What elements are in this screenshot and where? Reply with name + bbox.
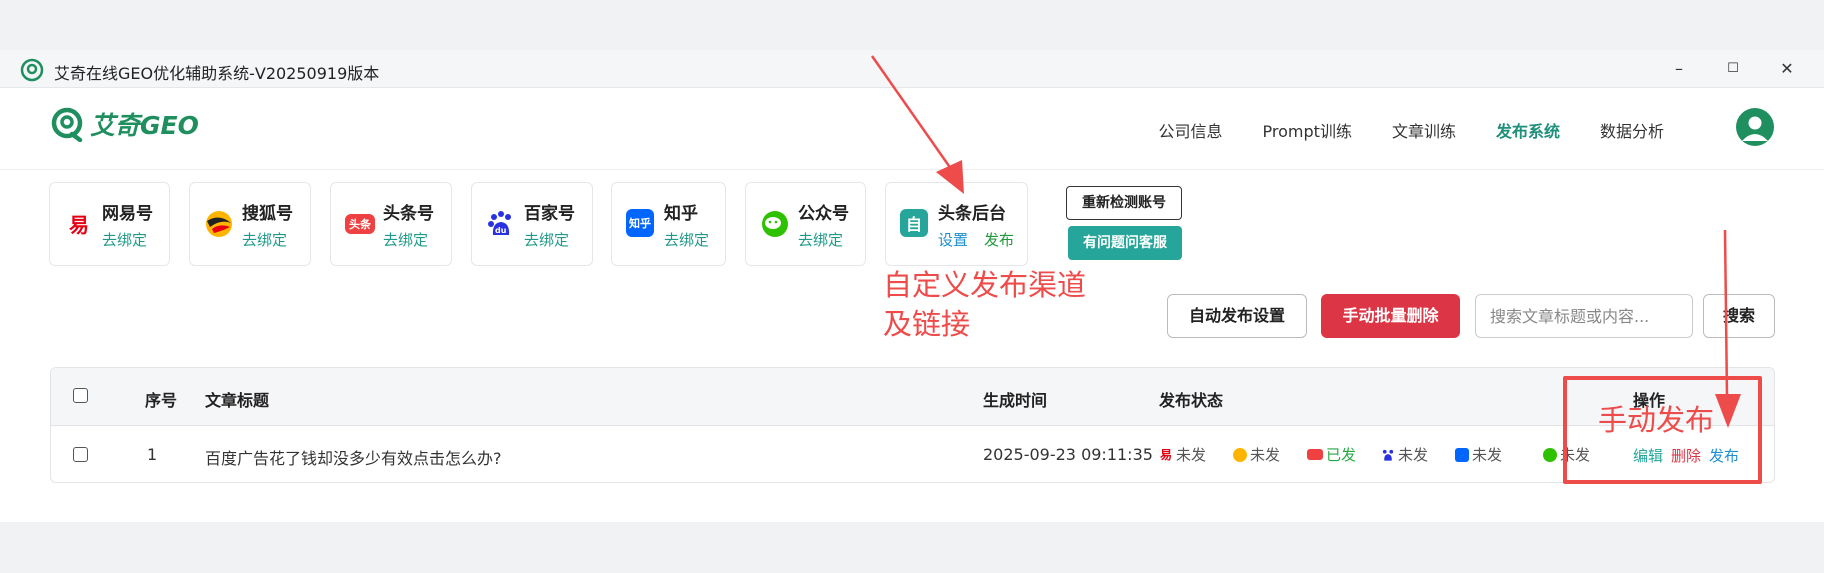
wechat-icon bbox=[1543, 447, 1557, 462]
header-index: 序号 bbox=[145, 391, 178, 410]
zhihu-icon bbox=[1455, 447, 1469, 462]
channel-card-wechat[interactable]: 公众号 去绑定 bbox=[745, 182, 866, 266]
channel-card-zhihu[interactable]: 知乎 知乎 去绑定 bbox=[611, 182, 726, 266]
window-title: 艾奇在线GEO优化辅助系统-V20250919版本 bbox=[54, 64, 380, 83]
user-icon bbox=[1742, 116, 1768, 141]
bind-link[interactable]: 去绑定 bbox=[242, 229, 287, 250]
annotation-highlight-box bbox=[1563, 376, 1762, 484]
row-time: 2025-09-23 09:11:35 bbox=[983, 445, 1153, 464]
brand-logo-icon bbox=[51, 107, 83, 142]
bottom-area bbox=[0, 522, 1824, 573]
header-time: 生成时间 bbox=[983, 391, 1048, 410]
channel-name: 知乎 bbox=[664, 204, 698, 224]
auto-publish-settings-button[interactable]: 自动发布设置 bbox=[1167, 294, 1307, 338]
header-status: 发布状态 bbox=[1159, 391, 1224, 410]
main-content: 易 网易号 去绑定 搜狐号 去绑定 头条 头条号 去绑定 du 百家号 去绑定 … bbox=[0, 170, 1824, 522]
svg-text:易: 易 bbox=[69, 213, 89, 237]
brand-logo-text: 艾奇GEO bbox=[90, 111, 199, 140]
maximize-button[interactable]: ☐ bbox=[1708, 56, 1758, 82]
baijia-icon: du bbox=[486, 209, 516, 239]
baijia-icon bbox=[1381, 448, 1395, 462]
settings-link[interactable]: 设置 bbox=[938, 229, 968, 250]
row-title: 百度广告花了钱却没多少有效点击怎么办? bbox=[205, 449, 502, 468]
recheck-accounts-button[interactable]: 重新检测账号 bbox=[1066, 186, 1182, 220]
bind-link[interactable]: 去绑定 bbox=[664, 229, 709, 250]
netease-icon: 易 bbox=[64, 209, 94, 239]
row-checkbox[interactable] bbox=[73, 447, 88, 462]
bind-link[interactable]: 去绑定 bbox=[798, 229, 843, 250]
status-toutiao: 已发 bbox=[1307, 444, 1356, 465]
channel-card-toutiao-backend[interactable]: 自 头条后台 设置 发布 bbox=[885, 182, 1028, 266]
user-avatar[interactable] bbox=[1736, 108, 1774, 146]
search-button[interactable]: 搜索 bbox=[1703, 294, 1775, 338]
window-titlebar: 艾奇在线GEO优化辅助系统-V20250919版本 – ☐ ✕ bbox=[0, 50, 1824, 88]
bind-link[interactable]: 去绑定 bbox=[383, 229, 428, 250]
status-baijia: 未发 bbox=[1381, 444, 1428, 465]
channel-card-baijia[interactable]: du 百家号 去绑定 bbox=[471, 182, 593, 266]
brand-logo[interactable]: 艾奇GEO bbox=[50, 106, 199, 142]
contact-support-button[interactable]: 有问题问客服 bbox=[1068, 226, 1182, 260]
sohu-icon bbox=[1233, 447, 1247, 462]
publish-link[interactable]: 发布 bbox=[984, 229, 1014, 250]
channel-name: 公众号 bbox=[798, 204, 849, 224]
articles-table: 序号 文章标题 生成时间 发布状态 操作 1 百度广告花了钱却没多少有效点击怎么… bbox=[50, 367, 1775, 483]
channel-name: 网易号 bbox=[102, 204, 153, 224]
minimize-button[interactable]: – bbox=[1654, 56, 1704, 82]
row-index: 1 bbox=[147, 445, 158, 464]
status-netease: 易 未发 bbox=[1159, 446, 1207, 464]
channel-card-sohu[interactable]: 搜狐号 去绑定 bbox=[189, 182, 311, 266]
main-nav: 公司信息 Prompt训练 文章训练 发布系统 数据分析 bbox=[1159, 118, 1664, 142]
wechat-icon bbox=[760, 209, 790, 239]
netease-icon: 易 bbox=[1159, 448, 1172, 462]
search-input[interactable] bbox=[1475, 294, 1693, 338]
channel-card-netease[interactable]: 易 网易号 去绑定 bbox=[49, 182, 170, 266]
zhihu-icon: 知乎 bbox=[626, 209, 654, 237]
app-logo-icon bbox=[20, 58, 44, 82]
nav-article-training[interactable]: 文章训练 bbox=[1392, 118, 1456, 142]
bind-link[interactable]: 去绑定 bbox=[102, 229, 147, 250]
status-zhihu: 未发 bbox=[1455, 444, 1502, 465]
toutiao-icon: 头条 bbox=[345, 214, 375, 234]
toutiao-backend-icon: 自 bbox=[900, 209, 928, 237]
nav-prompt-training[interactable]: Prompt训练 bbox=[1263, 118, 1352, 142]
nav-publish-system[interactable]: 发布系统 bbox=[1496, 118, 1560, 142]
channel-name: 头条后台 bbox=[938, 204, 1006, 224]
sohu-icon bbox=[204, 209, 234, 239]
channel-card-toutiao[interactable]: 头条 头条号 去绑定 bbox=[330, 182, 452, 266]
annotation-custom-channel-line2: 及链接 bbox=[883, 307, 971, 341]
channel-name: 百家号 bbox=[524, 204, 575, 224]
toutiao-icon bbox=[1307, 449, 1323, 460]
annotation-custom-channel-line1: 自定义发布渠道 bbox=[883, 268, 1087, 302]
app-header: 艾奇GEO 公司信息 Prompt训练 文章训练 发布系统 数据分析 bbox=[0, 88, 1824, 170]
svg-text:du: du bbox=[495, 226, 507, 235]
batch-delete-button[interactable]: 手动批量删除 bbox=[1321, 294, 1460, 338]
channel-name: 搜狐号 bbox=[242, 204, 293, 224]
status-sohu: 未发 bbox=[1233, 444, 1280, 465]
bind-link[interactable]: 去绑定 bbox=[524, 229, 569, 250]
header-title: 文章标题 bbox=[205, 391, 270, 410]
nav-data-analysis[interactable]: 数据分析 bbox=[1600, 118, 1664, 142]
close-button[interactable]: ✕ bbox=[1762, 56, 1812, 82]
select-all-checkbox[interactable] bbox=[73, 388, 88, 403]
nav-company-info[interactable]: 公司信息 bbox=[1159, 118, 1223, 142]
table-header: 序号 文章标题 生成时间 发布状态 操作 bbox=[51, 368, 1774, 426]
channel-name: 头条号 bbox=[383, 204, 434, 224]
